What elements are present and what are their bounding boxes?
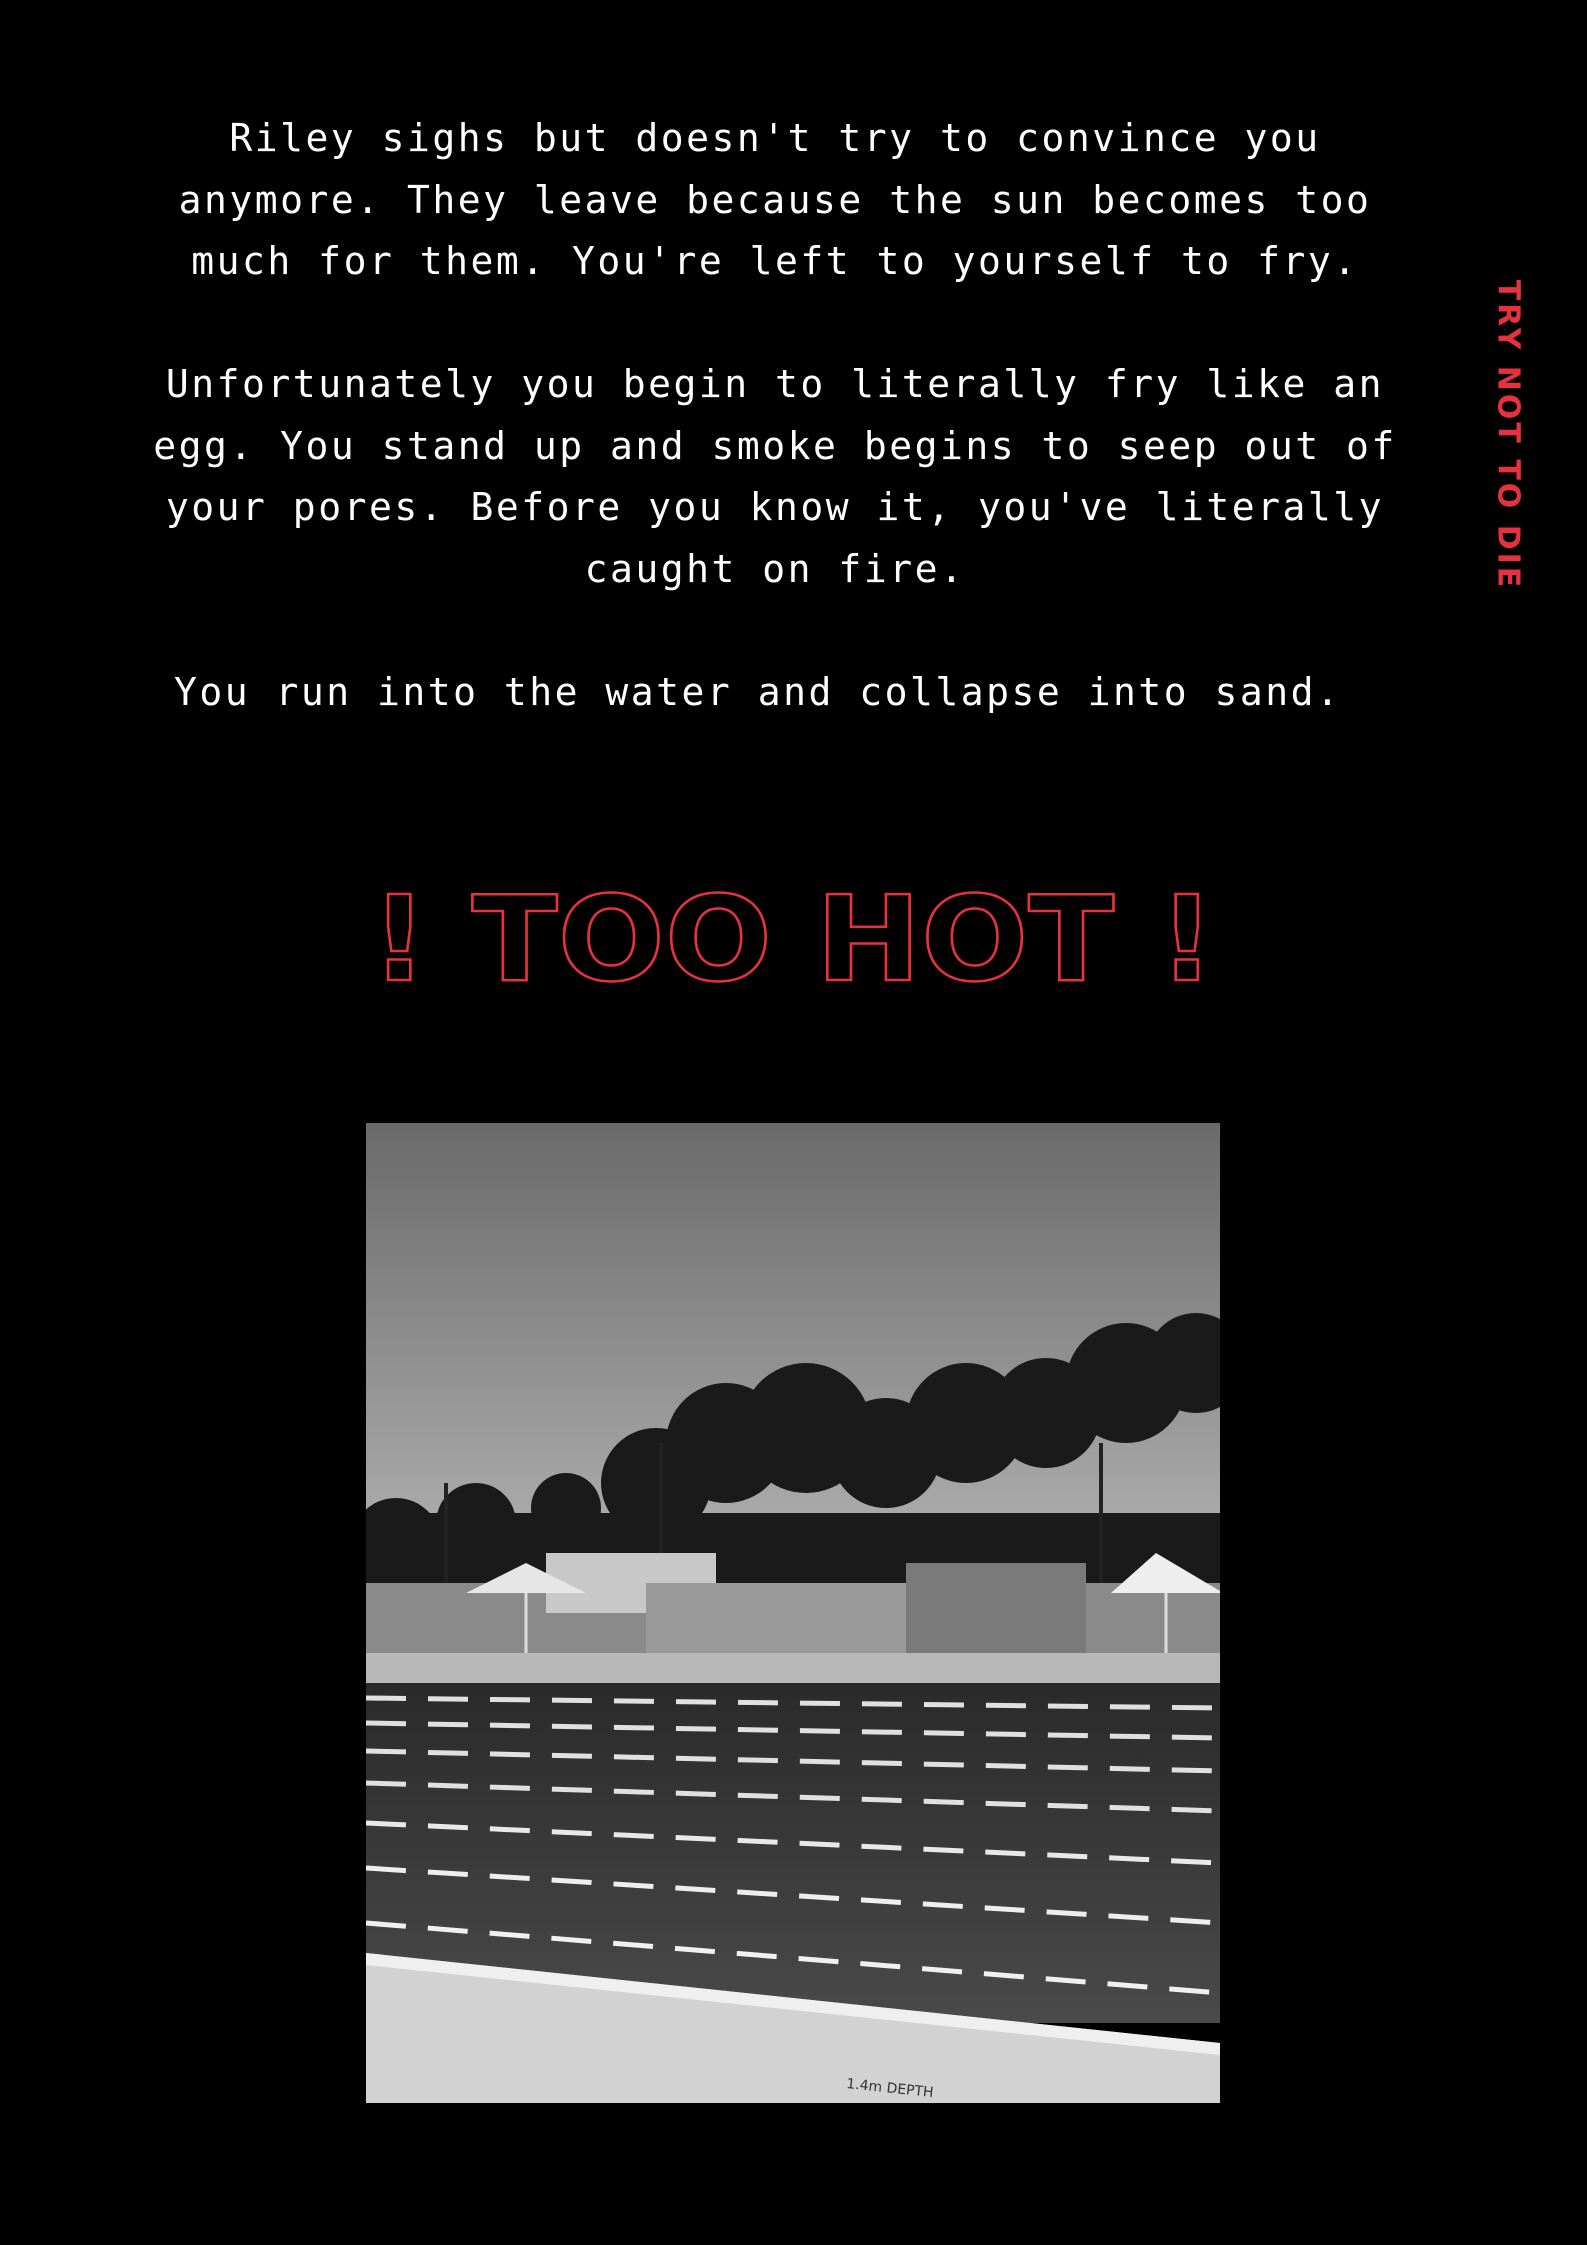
story-paragraph-3: You run into the water and collapse into… — [174, 669, 1342, 714]
story-paragraph-2: Unfortunately you begin to literally fry… — [153, 362, 1397, 591]
side-title-text: TRY NOT TO DIE — [1490, 279, 1526, 591]
pool-photo: 1.4m DEPTH — [366, 1123, 1220, 2103]
pool-photo-illustration: 1.4m DEPTH — [366, 1123, 1220, 2103]
headline: ! TOO HOT ! — [369, 880, 1217, 1000]
story-text: Riley sighs but doesn't try to convince … — [150, 108, 1400, 785]
side-title: TRY NOT TO DIE — [1488, 250, 1528, 620]
story-paragraph-1: Riley sighs but doesn't try to convince … — [178, 116, 1372, 283]
headline-text: ! TOO HOT ! — [371, 880, 1216, 1000]
